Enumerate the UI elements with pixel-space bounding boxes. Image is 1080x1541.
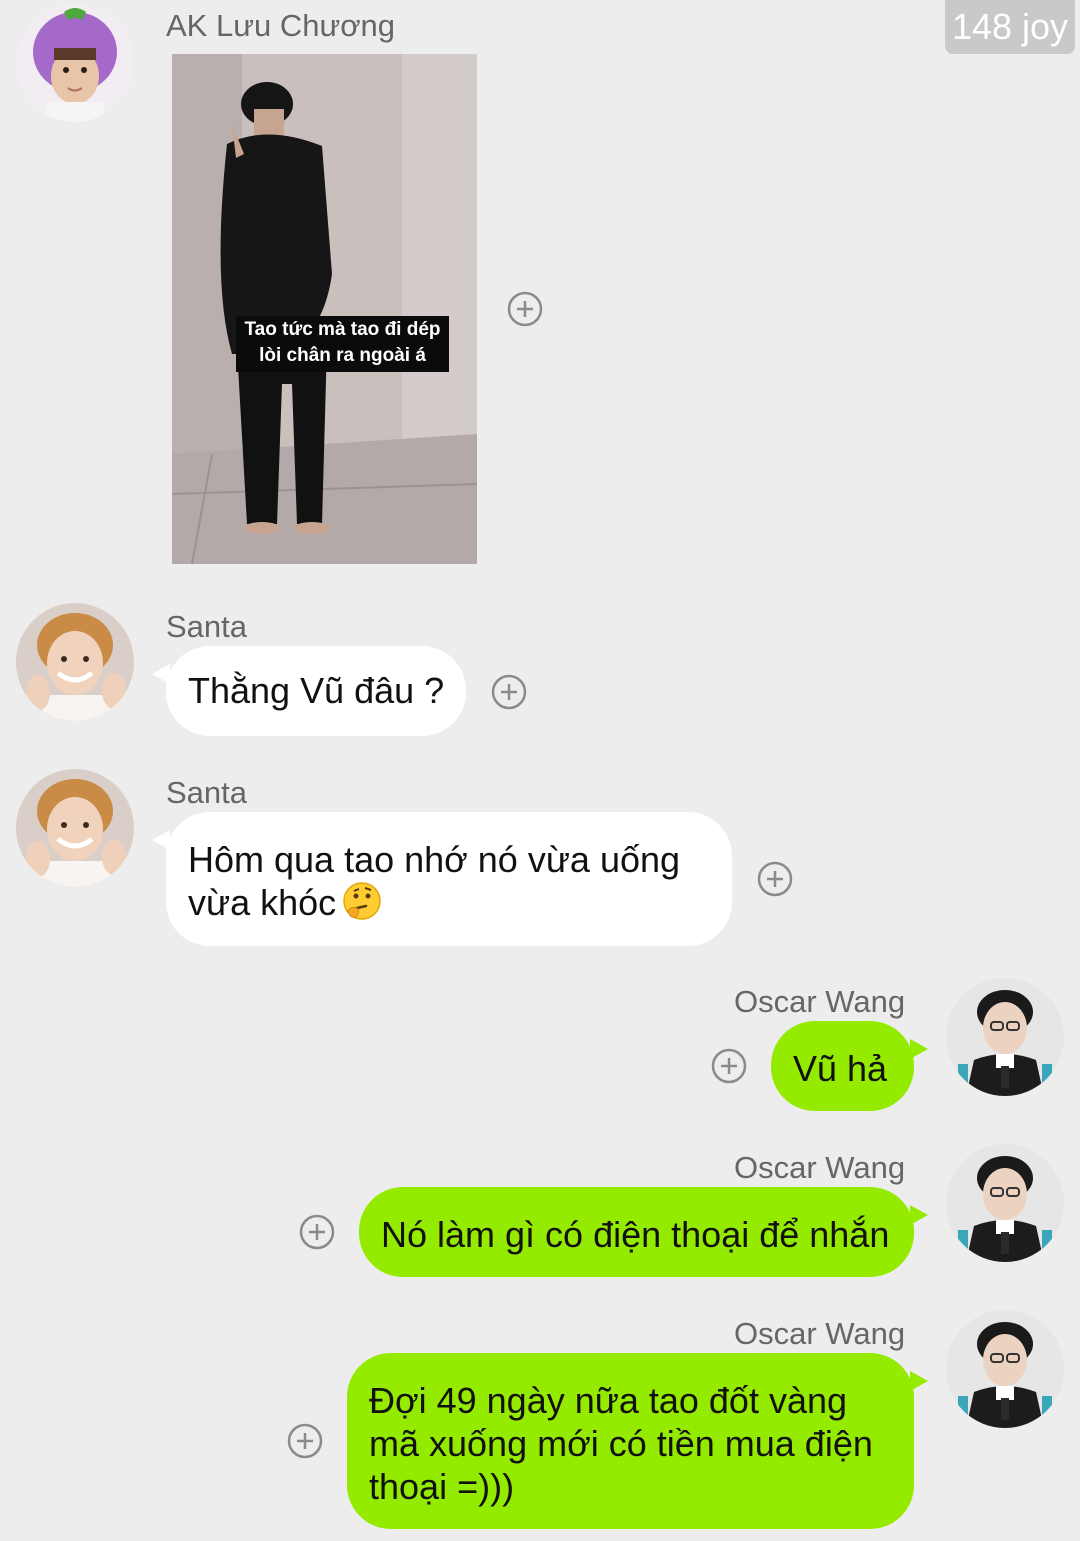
- message-text: Hôm qua tao nhớ nó vừa uống: [188, 839, 681, 880]
- caption-line: Tao tức mà tao đi dép: [244, 319, 441, 340]
- message-text: vừa khóc: [188, 882, 337, 924]
- message-text: Nó làm gì có điện thoại để nhắn: [381, 1214, 890, 1255]
- bubble-tail: [910, 1205, 928, 1225]
- message-text: Thằng Vũ đâu ?: [188, 670, 445, 711]
- sender-name: Santa: [166, 775, 248, 810]
- message-text: Đợi 49 ngày nữa tao đốt vàng: [369, 1380, 848, 1421]
- add-reaction-icon[interactable]: [491, 674, 527, 710]
- bubble-tail: [910, 1371, 928, 1391]
- avatar-santa[interactable]: [16, 769, 134, 887]
- message-bubble[interactable]: Đợi 49 ngày nữa tao đốt vàng mã xuống mớ…: [347, 1353, 928, 1529]
- add-reaction-icon[interactable]: [287, 1423, 323, 1459]
- avatar-oscar-wang[interactable]: [946, 978, 1064, 1096]
- message-text: thoại =))): [369, 1466, 515, 1507]
- message-text: mã xuống mới có tiền mua điện: [369, 1423, 873, 1464]
- message-bubble[interactable]: Vũ hả: [771, 1021, 928, 1111]
- image-caption: Tao tức mà tao đi dép lòi chân ra ngoài …: [236, 316, 449, 372]
- message-text: Vũ hả: [793, 1048, 888, 1089]
- sender-name: Santa: [166, 609, 248, 644]
- avatar-ak-luu-chuong[interactable]: [16, 4, 134, 122]
- add-reaction-icon[interactable]: [757, 861, 793, 897]
- sender-name: Oscar Wang: [734, 1316, 906, 1351]
- thinking-face-icon: [342, 881, 382, 930]
- avatar-oscar-wang[interactable]: [946, 1144, 1064, 1262]
- bubble-tail: [910, 1039, 928, 1059]
- message-bubble[interactable]: Thằng Vũ đâu ?: [152, 646, 466, 736]
- avatar-santa[interactable]: [16, 603, 134, 721]
- caption-line: lòi chân ra ngoài á: [259, 345, 426, 366]
- count-badge: 148 joy: [945, 0, 1075, 54]
- add-reaction-icon[interactable]: [507, 291, 543, 327]
- message-bubble[interactable]: Hôm qua tao nhớ nó vừa uống vừa khóc: [152, 812, 732, 946]
- add-reaction-icon[interactable]: [299, 1214, 335, 1250]
- add-reaction-icon[interactable]: [711, 1048, 747, 1084]
- shared-image[interactable]: [172, 54, 477, 564]
- sender-name: Oscar Wang: [734, 984, 906, 1019]
- avatar-oscar-wang[interactable]: [946, 1310, 1064, 1428]
- bubble-tail: [152, 830, 170, 850]
- sender-name: Oscar Wang: [734, 1150, 906, 1185]
- sender-name: AK Lưu Chương: [166, 8, 396, 43]
- bubble-tail: [152, 664, 170, 684]
- message-bubble[interactable]: Nó làm gì có điện thoại để nhắn: [359, 1187, 928, 1277]
